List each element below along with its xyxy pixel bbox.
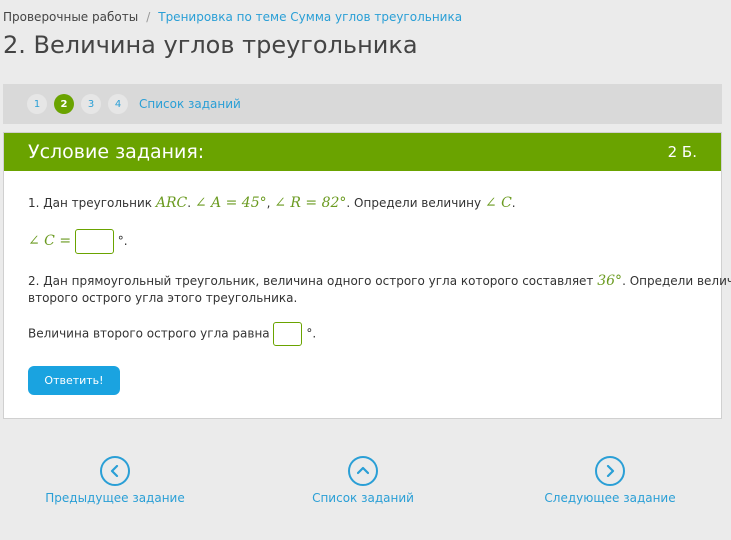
q1-middle: . Определи величину bbox=[346, 196, 485, 210]
task-number-2-active[interactable]: 2 bbox=[54, 94, 74, 114]
question-1-answer-row: ∠ C = °. bbox=[28, 229, 128, 254]
q2-text-after: . Определи величину bbox=[622, 274, 731, 288]
q1-angle-c: ∠ C bbox=[484, 195, 512, 211]
task-card: Условие задания: 2 Б. 1. Дан треугольник… bbox=[3, 132, 731, 419]
q2-text-line2: второго острого угла этого треугольника. bbox=[28, 291, 298, 305]
breadcrumb: Проверочные работы / Тренировка по теме Су… bbox=[3, 10, 462, 24]
task-header-title: Условие задания: bbox=[28, 141, 205, 163]
breadcrumb-separator: / bbox=[146, 10, 151, 24]
bottom-navigation: Предыдущее задание Список заданий Следую… bbox=[0, 456, 731, 516]
task-list-bottom-label: Список заданий bbox=[312, 491, 414, 505]
task-number-1[interactable]: 1 bbox=[27, 94, 47, 114]
task-number-3[interactable]: 3 bbox=[81, 94, 101, 114]
breadcrumb-current-link[interactable]: Тренировка по теме Сумма углов треугольн… bbox=[158, 10, 462, 24]
submit-answer-button[interactable]: Ответить! bbox=[28, 366, 120, 395]
previous-task-link[interactable]: Предыдущее задание bbox=[45, 456, 185, 505]
q2-answer-label: Величина второго острого угла равна bbox=[28, 326, 270, 341]
page-title: 2. Величина углов треугольника bbox=[3, 31, 418, 59]
task-list-link[interactable]: Список заданий bbox=[139, 97, 241, 111]
chevron-right-icon bbox=[595, 456, 625, 486]
breadcrumb-root[interactable]: Проверочные работы bbox=[3, 10, 138, 24]
task-list-bottom-link[interactable]: Список заданий bbox=[312, 456, 414, 505]
previous-task-label: Предыдущее задание bbox=[45, 491, 185, 505]
q1-angle-a: ∠ A = 45° bbox=[194, 195, 267, 211]
q2-degree-suffix: °. bbox=[306, 326, 317, 341]
next-task-link[interactable]: Следующее задание bbox=[544, 456, 676, 505]
q1-answer-input[interactable] bbox=[74, 229, 114, 254]
question-1-text: 1. Дан треугольник ARC. ∠ A = 45°, ∠ R =… bbox=[28, 195, 516, 211]
question-2-answer-row: Величина второго острого угла равна °. bbox=[28, 322, 316, 346]
next-task-label: Следующее задание bbox=[544, 491, 676, 505]
q1-degree-suffix: °. bbox=[117, 234, 128, 248]
chevron-up-icon bbox=[348, 456, 378, 486]
task-header: Условие задания: 2 Б. bbox=[4, 133, 721, 171]
task-points: 2 Б. bbox=[667, 143, 697, 161]
task-number-nav: 1 2 3 4 Список заданий bbox=[3, 84, 722, 124]
q2-answer-input[interactable] bbox=[273, 322, 303, 346]
question-2-text: 2. Дан прямоугольный треугольник, величи… bbox=[28, 273, 731, 307]
q2-angle: 36° bbox=[597, 273, 623, 289]
q1-answer-label: ∠ C = bbox=[28, 233, 72, 249]
q1-angle-r: ∠ R = 82° bbox=[274, 195, 347, 211]
q1-triangle: ARC bbox=[155, 195, 188, 211]
q1-prefix: 1. Дан треугольник bbox=[28, 196, 156, 210]
q2-text-before: 2. Дан прямоугольный треугольник, величи… bbox=[28, 274, 598, 288]
chevron-left-icon bbox=[100, 456, 130, 486]
task-number-4[interactable]: 4 bbox=[108, 94, 128, 114]
